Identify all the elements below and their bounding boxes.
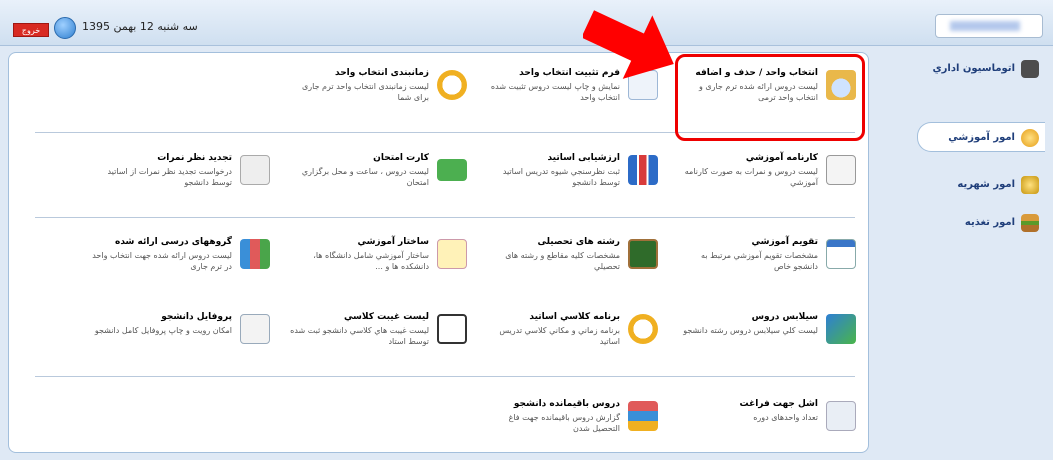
card-remaining-courses[interactable]: دروس باقیمانده دانشجو گزارش دروس باقیمان… bbox=[478, 399, 658, 449]
food-icon bbox=[1021, 214, 1039, 232]
checkmark-icon bbox=[240, 155, 270, 185]
card-title: ارزشیابی اساتید bbox=[547, 153, 620, 163]
sidebar-item-office-automation[interactable]: اتوماسیون اداري bbox=[878, 54, 1045, 84]
tuition-icon bbox=[1021, 176, 1039, 194]
card-title: ساختار آموزشي bbox=[357, 237, 429, 247]
books-icon bbox=[240, 239, 270, 269]
card-desc: نمایش و چاپ لیست دروس تثبیت شده انتخاب و… bbox=[490, 82, 620, 102]
card-desc: لیست دروس ، ساعت و محل برگزاري امتحان bbox=[301, 167, 429, 187]
card-academic-structure[interactable]: ساختار آموزشي ساختار آموزشي شامل دانشگاه… bbox=[287, 237, 467, 287]
card-title: گروههای درسی ارائه شده bbox=[115, 237, 232, 247]
blackboard-icon bbox=[628, 239, 658, 269]
card-desc: ثبت نظرسنجي شیوه تدریس اساتید توسط دانشج… bbox=[502, 167, 620, 187]
card-desc: لیست کلي سیلابس دروس رشته دانشجو bbox=[683, 326, 818, 335]
card-desc: لیست زمانبندی انتخاب واحد ترم جاری برای … bbox=[302, 82, 429, 102]
calendar-icon bbox=[826, 239, 856, 269]
card-student-profile[interactable]: پروفایل دانشجو امکان رویت و چاپ پروفایل … bbox=[90, 312, 270, 362]
card-offered-course-groups[interactable]: گروههای درسی ارائه شده لیست دروس ارائه ش… bbox=[90, 237, 270, 287]
card-title: رشته های تحصیلی bbox=[537, 237, 621, 247]
card-desc: مشخصات تقویم آموزشي مرتبط به دانشجو خاص bbox=[701, 251, 818, 271]
report-card-icon bbox=[826, 155, 856, 185]
card-title: پروفایل دانشجو bbox=[161, 312, 232, 322]
card-exam-card[interactable]: کارت امتحان لیست دروس ، ساعت و محل برگزا… bbox=[287, 153, 467, 203]
row-divider bbox=[35, 217, 855, 218]
card-desc: لیست غیبت هاي کلاسي دانشجو ثبت شده توسط … bbox=[290, 326, 429, 346]
card-desc: تعداد واحدهای دوره bbox=[753, 413, 818, 422]
card-title: لیست غیبت کلاسي bbox=[343, 312, 429, 322]
book-icon bbox=[826, 314, 856, 344]
card-instructor-schedule[interactable]: برنامه کلاسي اساتید برنامه زماني و مکاني… bbox=[478, 312, 658, 362]
card-desc: ساختار آموزشي شامل دانشگاه ها، دانشکده ه… bbox=[313, 251, 429, 271]
profile-icon bbox=[240, 314, 270, 344]
card-title: کارنامه آموزشي bbox=[745, 153, 818, 163]
sidebar: اتوماسیون اداري امور آموزشي امور شهريه ا… bbox=[878, 52, 1045, 281]
education-icon bbox=[1021, 129, 1039, 147]
card-desc: گزارش دروس باقیمانده جهت فاغ التحصیل شدن bbox=[508, 413, 620, 433]
top-bar: خروج سه شنبه 12 بهمن 1395 bbox=[0, 0, 1053, 46]
card-desc: لیست دروس و نمرات به صورت کارنامه آموزشي bbox=[684, 167, 818, 187]
office-icon bbox=[1021, 60, 1039, 78]
card-title: تجدید نظر نمرات bbox=[157, 153, 232, 163]
card-title: سیلابس دروس bbox=[751, 312, 818, 322]
card-title: تقویم آموزشي bbox=[751, 237, 818, 247]
sidebar-item-education[interactable]: امور آموزشي bbox=[917, 122, 1045, 152]
current-date: سه شنبه 12 بهمن 1395 bbox=[82, 20, 198, 33]
sidebar-item-label: امور تغذيه bbox=[964, 217, 1015, 228]
selection-highlight-box bbox=[675, 54, 865, 141]
card-desc: برنامه زماني و مکاني کلاسي تدریس اساتید bbox=[499, 326, 620, 346]
checklist-icon bbox=[437, 314, 467, 344]
bar-chart-icon bbox=[628, 155, 658, 185]
card-desc: مشخصات کلیه مقاطع و رشته های تحصیلي bbox=[505, 251, 620, 271]
card-title: زمانبندی انتخاب واحد bbox=[335, 68, 429, 78]
card-title: کارت امتحان bbox=[373, 153, 429, 163]
user-name-box bbox=[935, 14, 1043, 38]
sidebar-item-food[interactable]: امور تغذيه bbox=[878, 208, 1045, 238]
sidebar-item-label: امور آموزشي bbox=[948, 132, 1015, 143]
refresh-icon[interactable] bbox=[54, 17, 76, 39]
card-desc: لیست دروس ارائه شده جهت انتخاب واحد در ت… bbox=[92, 251, 232, 271]
card-title: اشل جهت فراغت bbox=[739, 399, 818, 409]
stacked-books-icon bbox=[628, 401, 658, 431]
red-arrow-icon bbox=[583, 10, 674, 79]
clock-icon bbox=[628, 314, 658, 344]
card-selection-schedule[interactable]: زمانبندی انتخاب واحد لیست زمانبندی انتخا… bbox=[287, 68, 467, 118]
card-fields-of-study[interactable]: رشته های تحصیلی مشخصات کلیه مقاطع و رشته… bbox=[478, 237, 658, 287]
card-academic-calendar[interactable]: تقویم آموزشي مشخصات تقویم آموزشي مرتبط ب… bbox=[676, 237, 856, 287]
card-desc: امکان رویت و چاپ پروفایل کامل دانشجو bbox=[94, 326, 232, 335]
blurred-username bbox=[950, 21, 1020, 31]
card-grade-review[interactable]: تجدید نظر نمرات درخواست تجدید نظر نمرات … bbox=[90, 153, 270, 203]
sidebar-item-tuition[interactable]: امور شهريه bbox=[878, 170, 1045, 200]
row-divider bbox=[35, 376, 855, 377]
card-desc: درخواست تجدید نظر نمرات از اساتید توسط د… bbox=[107, 167, 232, 187]
card-graduation-scale[interactable]: اشل جهت فراغت تعداد واحدهای دوره bbox=[676, 399, 856, 449]
card-absence-list[interactable]: لیست غیبت کلاسي لیست غیبت هاي کلاسي دانش… bbox=[287, 312, 467, 362]
clock-icon bbox=[437, 70, 467, 100]
certificate-icon bbox=[826, 401, 856, 431]
card-report-card[interactable]: کارنامه آموزشي لیست دروس و نمرات به صورت… bbox=[676, 153, 856, 203]
exam-card-icon bbox=[437, 159, 467, 181]
logout-button[interactable]: خروج bbox=[13, 23, 49, 37]
card-course-syllabus[interactable]: سیلابس دروس لیست کلي سیلابس دروس رشته دا… bbox=[676, 312, 856, 362]
sidebar-item-label: اتوماسیون اداري bbox=[932, 63, 1015, 74]
card-title: برنامه کلاسي اساتید bbox=[529, 312, 620, 322]
structure-icon bbox=[437, 239, 467, 269]
card-title: دروس باقیمانده دانشجو bbox=[513, 399, 620, 409]
sidebar-item-label: امور شهريه bbox=[957, 179, 1015, 190]
card-instructor-evaluation[interactable]: ارزشیابی اساتید ثبت نظرسنجي شیوه تدریس ا… bbox=[478, 153, 658, 203]
